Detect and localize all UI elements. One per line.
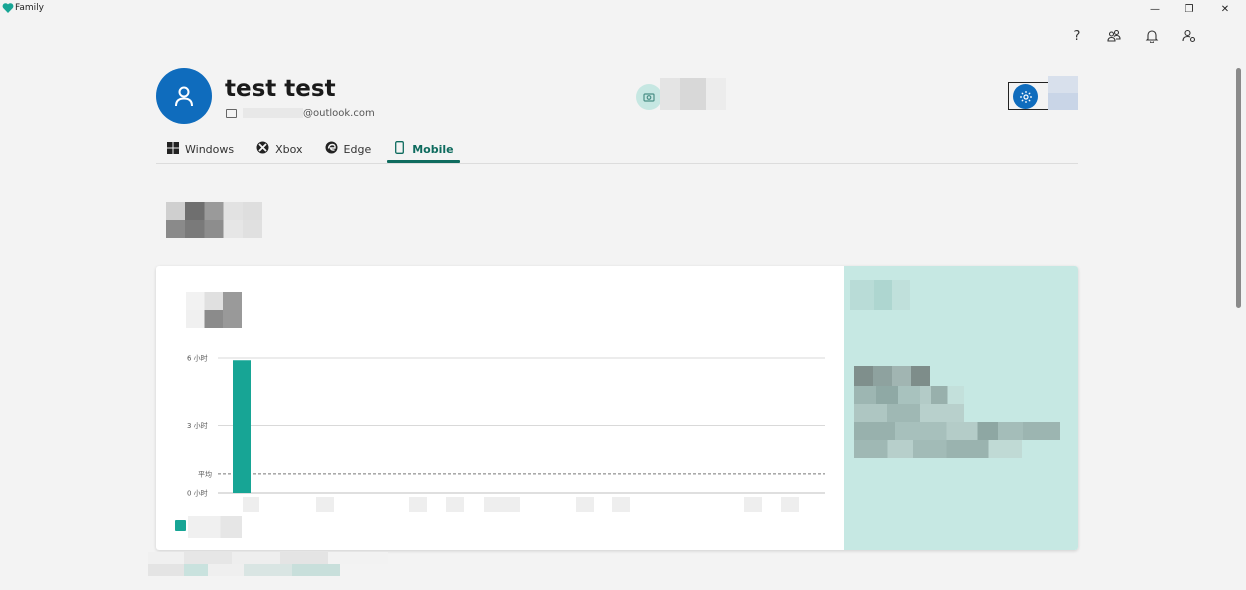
- x-tick-redacted: [243, 497, 259, 512]
- side-redacted-5: [854, 422, 1060, 440]
- legend-swatch: [175, 520, 186, 531]
- tab-windows[interactable]: Windows: [160, 136, 240, 162]
- account-settings-button[interactable]: [1180, 27, 1198, 45]
- settings-redacted: [1048, 76, 1078, 110]
- bar: [233, 360, 251, 493]
- y-tick-label: 6 小时: [187, 354, 208, 363]
- title-bar: Family — ❐ ✕: [0, 0, 1246, 18]
- camera-icon: [643, 93, 655, 102]
- close-button[interactable]: ✕: [1208, 0, 1242, 18]
- restore-button[interactable]: ❐: [1172, 0, 1206, 18]
- close-icon: ✕: [1220, 3, 1230, 15]
- y-tick-label: 0 小时: [187, 489, 208, 498]
- mobile-icon: [393, 141, 406, 157]
- y-tick-label: 3 小时: [187, 421, 208, 430]
- xbox-icon: [256, 141, 269, 157]
- family-button[interactable]: [1105, 27, 1123, 45]
- help-icon: ?: [1073, 28, 1081, 44]
- tab-label: Xbox: [275, 142, 303, 156]
- minimize-icon: —: [1150, 3, 1160, 15]
- device-tabs: Windows Xbox Edge Mobile: [160, 136, 470, 163]
- family-heart-icon: [2, 3, 14, 13]
- notifications-button[interactable]: [1143, 27, 1161, 45]
- email-redacted: [243, 108, 303, 118]
- side-redacted-4: [854, 404, 964, 422]
- x-tick-redacted: [484, 497, 520, 512]
- x-tick-redacted: [781, 497, 799, 512]
- mail-icon: [226, 108, 237, 118]
- x-tick-redacted: [744, 497, 762, 512]
- status-redacted: [660, 78, 726, 110]
- side-redacted-1: [850, 280, 910, 310]
- tab-edge[interactable]: Edge: [319, 136, 378, 162]
- x-tick-redacted: [612, 497, 630, 512]
- section-heading-redacted: [166, 202, 262, 238]
- email-suffix: @outlook.com: [303, 107, 375, 119]
- footer-redacted: [148, 552, 388, 576]
- tabs-divider: [156, 163, 1078, 164]
- minimize-button[interactable]: —: [1138, 0, 1172, 18]
- profile-name: test test: [225, 76, 336, 102]
- x-tick-redacted: [446, 497, 464, 512]
- person-icon: [175, 86, 193, 107]
- family-icon: [1107, 29, 1121, 42]
- side-panel: [844, 266, 1078, 550]
- app-title: Family: [15, 3, 44, 13]
- side-redacted-3: [854, 386, 964, 404]
- screen-time-card: 0 小时 3 小时 6 小时平均: [156, 266, 1078, 550]
- windows-icon: [166, 141, 179, 157]
- tab-label: Windows: [185, 142, 235, 156]
- tab-label: Edge: [343, 142, 372, 156]
- restore-icon: ❐: [1184, 3, 1194, 15]
- x-tick-redacted: [576, 497, 594, 512]
- tab-xbox[interactable]: Xbox: [250, 136, 308, 162]
- side-redacted-2: [854, 366, 930, 386]
- side-redacted-6: [854, 440, 1022, 458]
- screen-time-icon: [636, 84, 662, 110]
- tab-mobile[interactable]: Mobile: [387, 136, 461, 163]
- page-scrollbar[interactable]: [1233, 60, 1246, 590]
- bell-icon: [1145, 30, 1159, 43]
- gear-icon: [1019, 90, 1032, 103]
- legend-label-redacted: [188, 516, 242, 538]
- account-settings-icon: [1182, 29, 1196, 43]
- email-row: @outlook.com: [226, 106, 375, 120]
- x-tick-redacted: [316, 497, 334, 512]
- x-tick-redacted: [409, 497, 427, 512]
- edge-icon: [325, 141, 338, 157]
- average-label: 平均: [198, 469, 212, 478]
- tab-label: Mobile: [412, 142, 454, 156]
- settings-button[interactable]: [1013, 84, 1038, 109]
- scroll-thumb[interactable]: [1236, 68, 1241, 308]
- screen-time-chart: 0 小时 3 小时 6 小时平均: [187, 354, 825, 512]
- help-button[interactable]: ?: [1068, 27, 1086, 45]
- avatar: [156, 68, 212, 124]
